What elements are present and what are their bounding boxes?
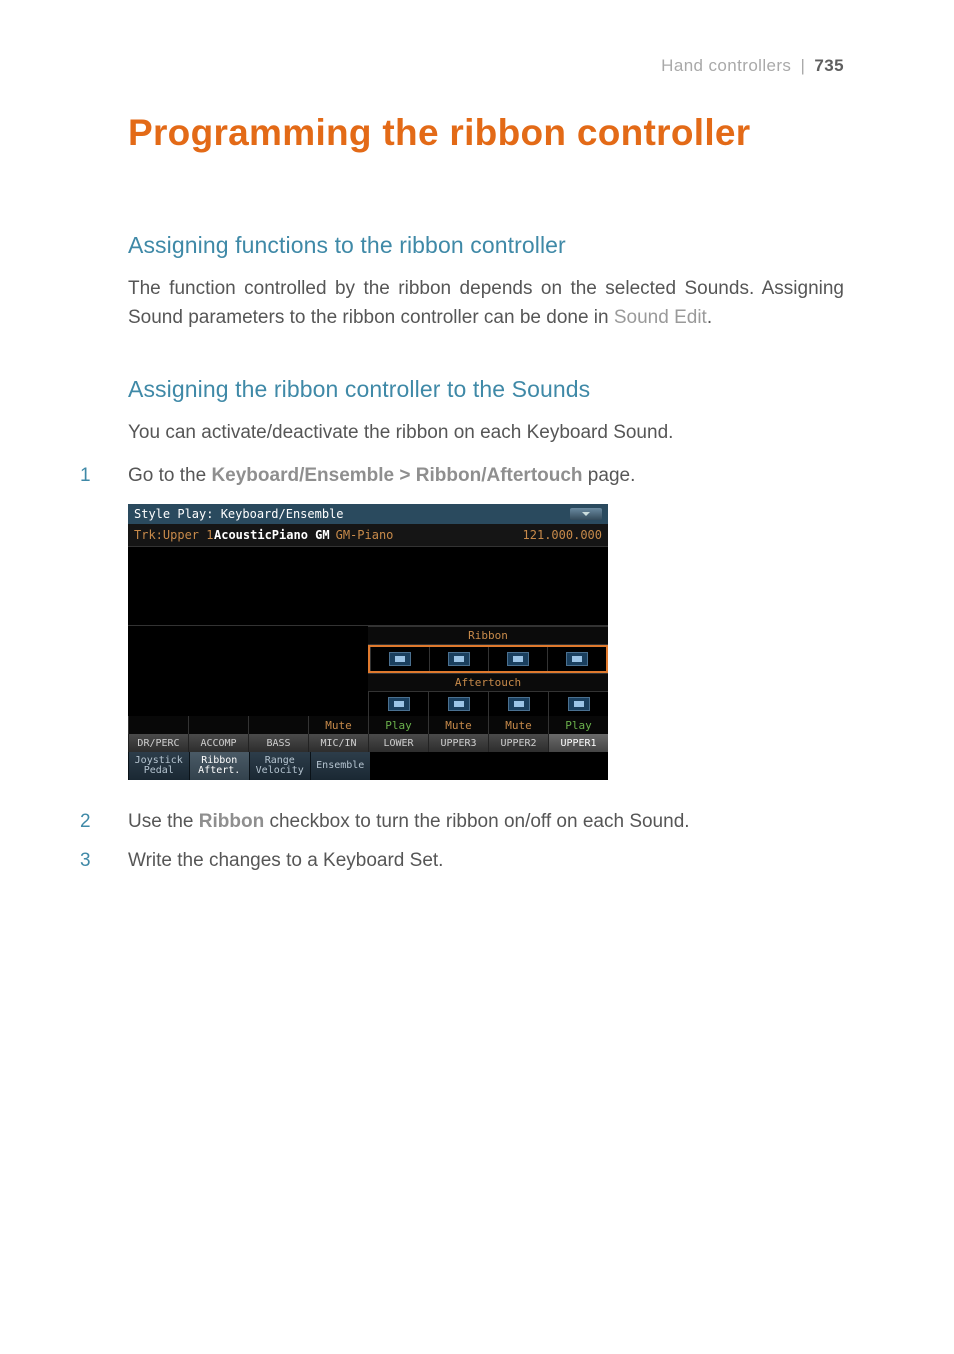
tab-joystick-pedal[interactable]: Joystick Pedal xyxy=(128,752,189,780)
bottom-tab-row: Joystick Pedal Ribbon Aftert. Range Velo… xyxy=(128,752,608,780)
aftertouch-checkbox-row xyxy=(368,692,608,716)
tab-ribbon-aftertouch[interactable]: Ribbon Aftert. xyxy=(189,752,250,780)
track-header-row: DR/PERC ACCOMP BASS MIC/IN LOWER UPPER3 … xyxy=(128,734,608,752)
aftertouch-checkbox-upper2[interactable] xyxy=(488,692,548,716)
text-run: Write the changes to a Keyboard Set. xyxy=(128,847,844,876)
step-number: 3 xyxy=(80,847,128,876)
page-number: 735 xyxy=(814,56,844,75)
window-title: Style Play: Keyboard/Ensemble xyxy=(134,507,344,521)
ribbon-checkbox-row xyxy=(368,645,608,673)
tab-ensemble[interactable]: Ensemble xyxy=(310,752,371,780)
ribbon-checkbox-upper2[interactable] xyxy=(488,647,547,671)
track-label: Trk:Upper 1 xyxy=(134,528,214,542)
track-upper2[interactable]: UPPER2 xyxy=(488,734,548,752)
status-play[interactable]: Play xyxy=(548,716,608,734)
ribbon-checkbox-lower[interactable] xyxy=(370,647,429,671)
sound-name: AcousticPiano GM xyxy=(214,528,330,542)
status-mute[interactable]: Mute xyxy=(428,716,488,734)
paragraph-assign-sounds: You can activate/deactivate the ribbon o… xyxy=(128,419,844,448)
screenshot-ribbon-aftertouch: Style Play: Keyboard/Ensemble Trk:Upper … xyxy=(128,504,608,780)
status-play[interactable]: Play xyxy=(368,716,428,734)
sound-family: GM-Piano xyxy=(336,528,523,542)
track-accomp[interactable]: ACCOMP xyxy=(188,734,248,752)
track-upper1[interactable]: UPPER1 xyxy=(548,734,608,752)
track-status-row: Mute Play Mute Mute Play xyxy=(128,716,608,734)
ui-path: Keyboard/Ensemble > Ribbon/Aftertouch xyxy=(211,465,582,486)
step-number: 2 xyxy=(80,808,128,837)
window-titlebar: Style Play: Keyboard/Ensemble xyxy=(128,504,608,524)
ribbon-checkbox-upper3[interactable] xyxy=(429,647,488,671)
section-heading-assign-sounds: Assigning the ribbon controller to the S… xyxy=(128,376,844,403)
sound-number: 121.000.000 xyxy=(523,528,602,542)
track-micin[interactable]: MIC/IN xyxy=(308,734,368,752)
track-info-bar: Trk:Upper 1 AcousticPiano GM GM-Piano 12… xyxy=(128,524,608,547)
track-drperc[interactable]: DR/PERC xyxy=(128,734,188,752)
text-run: . xyxy=(707,307,712,328)
text-run: Go to the xyxy=(128,465,211,486)
step-number: 1 xyxy=(80,462,128,491)
header-divider: | xyxy=(800,56,805,75)
tab-range-velocity[interactable]: Range Velocity xyxy=(249,752,310,780)
status-mute[interactable]: Mute xyxy=(488,716,548,734)
paragraph-assign-functions: The function controlled by the ribbon de… xyxy=(128,275,844,332)
track-upper3[interactable]: UPPER3 xyxy=(428,734,488,752)
status-mute[interactable]: Mute xyxy=(308,716,368,734)
menu-dropdown-icon[interactable] xyxy=(570,508,602,520)
aftertouch-checkbox-upper3[interactable] xyxy=(428,692,488,716)
track-bass[interactable]: BASS xyxy=(248,734,308,752)
step-3: 3 Write the changes to a Keyboard Set. xyxy=(80,847,844,876)
aftertouch-group-label: Aftertouch xyxy=(368,673,608,692)
page-title: Programming the ribbon controller xyxy=(128,112,844,154)
aftertouch-checkbox-lower[interactable] xyxy=(368,692,428,716)
ui-term-ribbon: Ribbon xyxy=(199,811,264,832)
ribbon-group-label: Ribbon xyxy=(368,626,608,645)
step-2: 2 Use the Ribbon checkbox to turn the ri… xyxy=(80,808,844,837)
aftertouch-checkbox-upper1[interactable] xyxy=(548,692,608,716)
text-run: The function controlled by the ribbon de… xyxy=(128,278,844,328)
text-run: page. xyxy=(583,465,636,486)
screenshot-body-blank xyxy=(128,547,608,625)
section-heading-assign-functions: Assigning functions to the ribbon contro… xyxy=(128,232,844,259)
ribbon-checkbox-upper1[interactable] xyxy=(547,647,606,671)
text-run: Use the xyxy=(128,811,199,832)
page-header: Hand controllers | 735 xyxy=(80,56,844,76)
track-lower[interactable]: LOWER xyxy=(368,734,428,752)
step-1: 1 Go to the Keyboard/Ensemble > Ribbon/A… xyxy=(80,462,844,491)
link-sound-edit: Sound Edit xyxy=(614,307,707,328)
text-run: checkbox to turn the ribbon on/off on ea… xyxy=(264,811,689,832)
header-section: Hand controllers xyxy=(661,56,791,75)
